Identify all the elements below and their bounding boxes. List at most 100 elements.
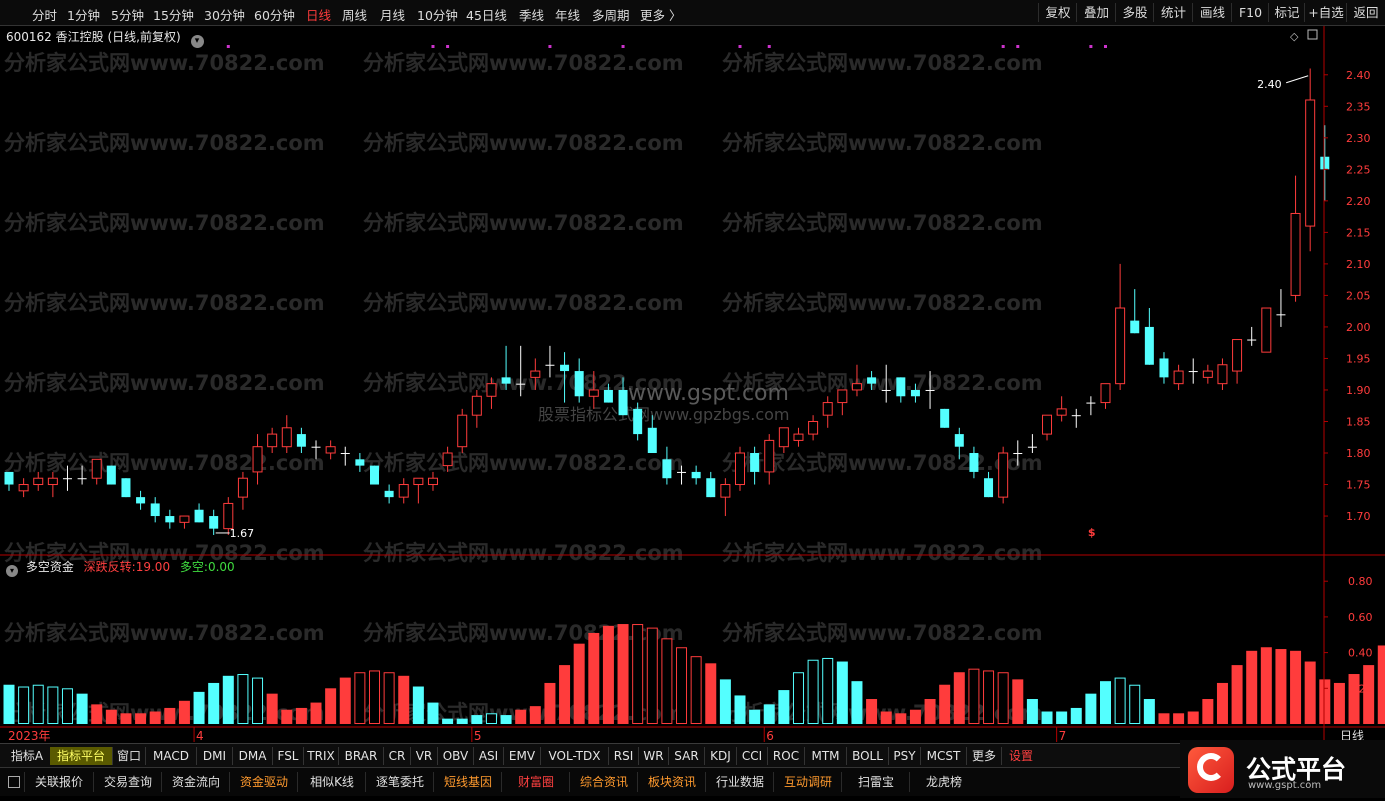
period-tab[interactable]: 更多 〉 [640,5,681,24]
indicator-tab[interactable]: OBV [437,747,473,765]
signal-marker [446,45,450,48]
bottom-function-bar: 关联报价 交易查询 资金流向 资金驱动 相似K线 逐笔委托 短线基因 财富圈 综合资讯 板块资讯行… [0,767,1385,796]
period-tab[interactable]: 60分钟 [254,5,295,24]
panel-toggle-icon[interactable] [1307,29,1318,40]
toolbar-button[interactable]: 返回 [1346,3,1385,22]
bottom-tab[interactable]: 财富圈 [501,772,570,792]
indicator-bar [61,688,73,725]
toolbar-button[interactable]: 叠加 [1076,3,1116,22]
bottom-tab[interactable]: 短线基因 [433,772,502,792]
indicator-tab[interactable]: MTM [804,747,846,765]
indicator-bar [1012,679,1024,724]
bottom-tab[interactable]: 交易查询 [93,772,162,792]
candle-body [881,389,891,391]
candle-body [384,490,394,498]
bottom-tab[interactable]: 资金流向 [161,772,230,792]
indicator-tab[interactable]: 窗口 [112,747,145,765]
signal-marker [431,45,435,48]
indicator-tab[interactable]: 指标A [4,747,50,765]
toolbar-button[interactable]: 多股 [1115,3,1154,22]
bottom-tab[interactable]: 龙虎榜 [909,772,978,792]
signal-marker [621,45,625,48]
period-tab[interactable]: 1分钟 [67,5,100,24]
indicator-bar [442,718,454,724]
indicator-tab[interactable]: RSI [608,747,638,765]
indicator-tab[interactable]: 更多 [966,747,1001,765]
candle-body [1115,307,1126,385]
toolbar-button[interactable]: F10 [1231,3,1269,22]
toolbar-button[interactable]: 统计 [1153,3,1193,22]
period-tab[interactable]: 45日线 [466,5,507,24]
indicator-tab[interactable]: SAR [668,747,704,765]
indicator-tab[interactable]: CCI [736,747,767,765]
indicator-bar [1070,707,1082,724]
indicator-tab[interactable]: PSY [888,747,920,765]
period-tab[interactable]: 多周期 [592,5,630,24]
period-tab[interactable]: 10分钟 [417,5,458,24]
period-tab[interactable]: 日线 [306,5,331,24]
indicator-bar [456,718,468,724]
indicator-tab[interactable]: MCST [920,747,966,765]
candle-body [486,383,497,397]
indicator-tab[interactable]: 设置 [1001,747,1040,765]
indicator-tab[interactable]: KDJ [704,747,736,765]
menu-square-icon[interactable] [8,776,20,788]
indicator-tab[interactable]: 指标平台 [50,747,112,765]
period-tab[interactable]: 周线 [342,5,367,24]
bottom-tab[interactable]: 关联报价 [24,772,93,792]
watermark-text: 分析家公式网www.70822.com [4,291,325,315]
indicator-tab[interactable]: CR [383,747,410,765]
indicator-tab[interactable]: DMI [196,747,232,765]
indicator-bar [529,706,541,724]
indicator-bar [222,675,234,724]
candle-body [281,427,292,448]
chart-mode: (日线,前复权) [107,30,181,44]
candle-body [1013,453,1023,455]
chevron-down-icon[interactable]: ▾ [190,35,204,48]
period-tab[interactable]: 5分钟 [111,5,144,24]
period-tab[interactable]: 月线 [380,5,405,24]
indicator-bar [1275,649,1287,724]
period-tab[interactable]: 季线 [519,5,544,24]
bottom-tab[interactable]: 行业数据 [705,772,774,792]
toolbar-button[interactable]: 复权 [1038,3,1077,22]
indicator-bar [602,625,614,724]
indicator-bar [295,707,307,724]
bottom-tab[interactable]: 互动调研 [773,772,842,792]
indicator-tab[interactable]: TRIX [303,747,338,765]
toolbar-button[interactable]: +自选 [1304,3,1347,22]
indicator-tab[interactable]: DMA [232,747,272,765]
period-tab[interactable]: 15分钟 [153,5,194,24]
indicator-tab[interactable]: ROC [767,747,804,765]
bottom-tab[interactable]: 资金驱动 [229,772,298,792]
bottom-tab[interactable]: 逐笔委托 [365,772,434,792]
indicator-bar [1333,682,1345,724]
period-tab[interactable]: 分时 [32,5,57,24]
price-tick-label: 1.75 [1346,479,1371,492]
price-tick-label: 1.85 [1346,415,1371,428]
indicator-tab[interactable]: BOLL [846,747,888,765]
bottom-tab[interactable]: 综合资讯 [569,772,638,792]
bottom-tab[interactable]: 扫雷宝 [841,772,910,792]
indicator-tab[interactable]: FSL [272,747,303,765]
candle-body [1217,364,1228,385]
indicator-tab[interactable]: BRAR [338,747,383,765]
indicator-bar [734,695,746,724]
candle-body [1261,307,1272,353]
indicator-tab[interactable]: WR [638,747,668,765]
bottom-tab[interactable]: 相似K线 [297,772,366,792]
period-tab[interactable]: 30分钟 [204,5,245,24]
watermark-text: 分析家公式网www.70822.com [363,131,684,155]
diamond-icon[interactable]: ◇ [1290,30,1299,43]
indicator-tab[interactable]: VOL-TDX [540,747,608,765]
indicator-tab[interactable]: EMV [503,747,540,765]
period-tab[interactable]: 年线 [555,5,580,24]
toolbar-button[interactable]: 标记 [1268,3,1305,22]
indicator-tab[interactable]: ASI [473,747,503,765]
bottom-tab[interactable]: 板块资讯 [637,772,706,792]
indicator-tab[interactable]: MACD [145,747,196,765]
chevron-down-icon[interactable]: ▾ [6,565,18,577]
indicator-tab[interactable]: VR [410,747,437,765]
toolbar-button[interactable]: 画线 [1192,3,1232,22]
candle-body [588,389,599,397]
